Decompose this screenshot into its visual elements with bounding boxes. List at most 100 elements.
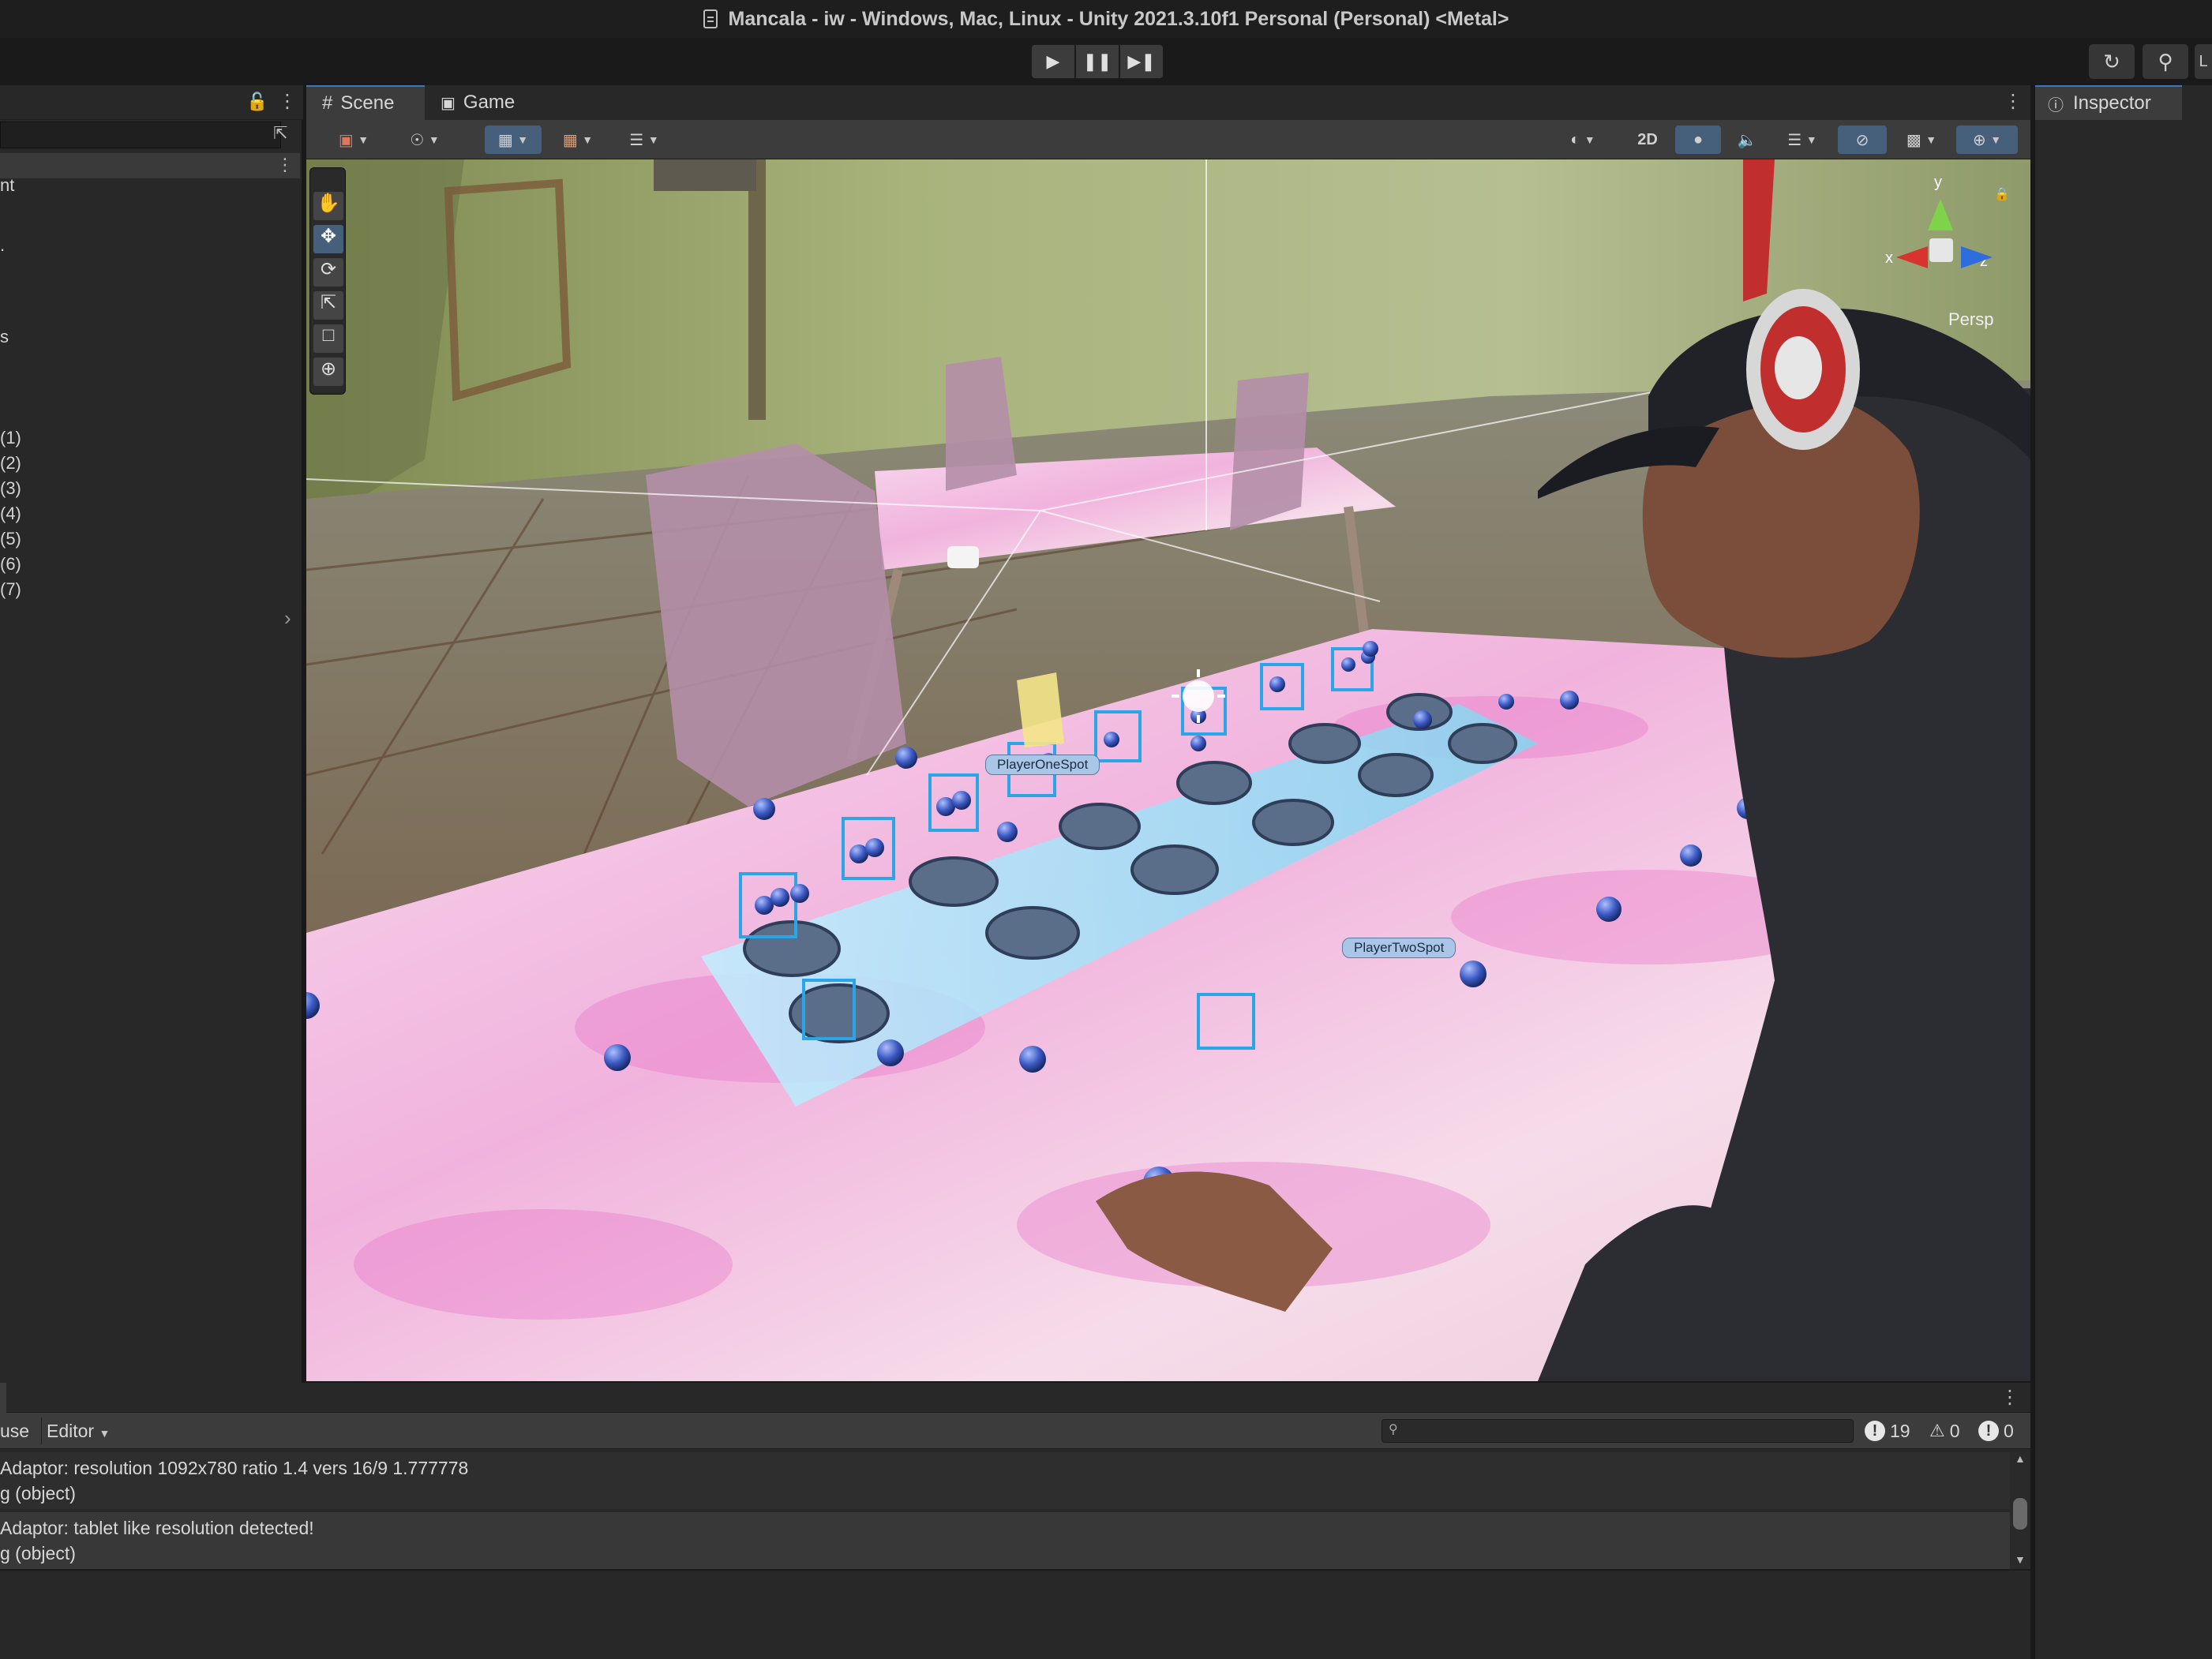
console-scrollbar[interactable]: ▲ ▼ <box>2010 1452 2030 1569</box>
console-panel: ⋮ use Editor ▼ ⚲ ! 19 ⚠ 0 ! 0 Adaptor: r… <box>0 1383 2030 1659</box>
search-filter-icon[interactable]: ⇱ <box>273 123 287 144</box>
pause-button[interactable]: ❚❚ <box>1075 44 1119 79</box>
console-toolbar: use Editor ▼ ⚲ ! 19 ⚠ 0 ! 0 <box>0 1413 2030 1449</box>
console-search-input[interactable]: ⚲ <box>1382 1419 1854 1443</box>
console-entry[interactable]: Adaptor: tablet like resolution detected… <box>0 1512 2010 1569</box>
tab-inspector[interactable]: ⓘ Inspector <box>2035 85 2182 120</box>
ruler-icon: ☰ <box>629 131 644 149</box>
lighting-toggle[interactable]: ● <box>1675 125 1721 154</box>
center-cube[interactable] <box>1929 238 1953 262</box>
more-options-icon[interactable]: ⋮ <box>2000 1386 2019 1409</box>
globe-icon: ☉ <box>410 131 425 149</box>
scroll-up-icon[interactable]: ▲ <box>2015 1452 2026 1465</box>
play-button[interactable]: ▶ <box>1031 44 1075 79</box>
tool-palette: ✋ ✥ ⟳ ⇱ □ ⊕ <box>309 167 346 395</box>
shading-mode-dropdown[interactable]: ◐ ▼ <box>1554 125 1612 154</box>
orientation-gizmo[interactable]: y x z 🔒 Persp <box>1874 170 2024 330</box>
info-icon: ! <box>1978 1421 1999 1441</box>
scrollbar-thumb[interactable] <box>2013 1498 2027 1530</box>
more-options-icon[interactable]: ⋮ <box>2004 90 2023 113</box>
toggle-2d-button[interactable]: 2D <box>1623 125 1672 154</box>
undo-history-button[interactable]: ↻ <box>2089 44 2135 79</box>
camera-icon: ▩ <box>1906 131 1921 149</box>
search-icon: ⚲ <box>2158 49 2173 73</box>
player-two-spot-label[interactable]: PlayerTwoSpot <box>1342 938 1457 958</box>
increment-snap-dropdown[interactable]: ▦ ▼ <box>549 125 606 154</box>
playmode-controls: ▶ ❚❚ ▶❚ <box>1031 44 1164 79</box>
info-count-toggle[interactable]: ! 0 <box>1978 1417 2014 1444</box>
scene-render <box>306 159 2030 1381</box>
clear-on-pause-button[interactable]: use <box>0 1421 29 1442</box>
grid-icon: # <box>322 92 333 114</box>
hierarchy-item[interactable]: (7) <box>0 579 21 600</box>
scene-tab-bar: # Scene ▣ Game ⋮ <box>306 85 2030 120</box>
scene-root-row[interactable]: ⋮ <box>0 153 300 178</box>
gamepad-icon: ▣ <box>441 94 456 112</box>
gizmos-dropdown[interactable]: ⊕ ▼ <box>1956 125 2018 154</box>
warning-icon: ⚠ <box>1929 1421 1945 1440</box>
error-count-toggle[interactable]: ! 19 <box>1865 1417 1910 1444</box>
more-options-icon[interactable]: ⋮ <box>278 90 297 113</box>
layers-dropdown[interactable]: L <box>2195 44 2212 79</box>
hierarchy-panel: 🔓 ⋮ ⇱ ⋮ nt . s (1) (2) (3) (4) (5) (6) (… <box>0 85 303 1383</box>
scene-visibility-toggle[interactable]: ⊘ <box>1838 125 1887 154</box>
audio-mute-icon: 🔈 <box>1737 131 1757 149</box>
hierarchy-search-input[interactable] <box>0 122 281 148</box>
console-tab-bar: ⋮ <box>0 1383 2030 1413</box>
effects-dropdown[interactable]: ☰ ▼ <box>1775 125 1830 154</box>
pause-icon: ❚❚ <box>1082 51 1112 71</box>
layers-icon: ☰ <box>1787 131 1802 149</box>
tool-handle-rotation-dropdown[interactable]: ☉ ▼ <box>398 125 452 154</box>
scroll-down-icon[interactable]: ▼ <box>2015 1553 2026 1566</box>
hierarchy-item[interactable]: (5) <box>0 529 21 549</box>
caret-down-icon: ▼ <box>99 1427 111 1440</box>
lock-icon[interactable]: 🔒 <box>1994 186 2010 202</box>
scene-menu-icon[interactable]: ⋮ <box>276 155 294 175</box>
hand-tool-icon[interactable]: ✋ <box>313 192 343 220</box>
scale-tool-icon[interactable]: ⇱ <box>313 291 343 320</box>
scene-viewport[interactable]: ✋ ✥ ⟳ ⇱ □ ⊕ PlayerOneSpot PlayerTwoSpot … <box>306 159 2030 1381</box>
tab-game[interactable]: ▣ Game <box>425 85 543 120</box>
hierarchy-item[interactable]: . <box>0 235 5 256</box>
search-button[interactable]: ⚲ <box>2143 44 2188 79</box>
x-axis-cone[interactable] <box>1896 246 1928 268</box>
info-icon: ⓘ <box>2048 96 2064 114</box>
warning-count-toggle[interactable]: ⚠ 0 <box>1929 1417 1960 1444</box>
grid-snapping-dropdown[interactable]: ▦ ▼ <box>485 125 542 154</box>
hierarchy-item[interactable]: nt <box>0 175 14 196</box>
tool-handle-position-dropdown[interactable]: ▣ ▼ <box>328 125 379 154</box>
hierarchy-header: 🔓 ⋮ <box>0 85 303 120</box>
pivot-icon: ▣ <box>338 131 354 149</box>
divider <box>0 1569 2030 1571</box>
camera-dropdown[interactable]: ▩ ▼ <box>1893 125 1950 154</box>
lock-icon[interactable]: 🔓 <box>246 92 268 112</box>
tab-console[interactable] <box>0 1383 6 1413</box>
ruler-dropdown[interactable]: ☰ ▼ <box>613 125 676 154</box>
eye-hidden-icon: ⊘ <box>1855 131 1869 149</box>
hierarchy-item[interactable]: (1) <box>0 428 21 448</box>
document-icon <box>703 9 718 28</box>
hierarchy-item[interactable]: (6) <box>0 554 21 575</box>
persp-label[interactable]: Persp <box>1948 309 1993 330</box>
z-axis-cone[interactable] <box>1961 246 1993 268</box>
y-axis-cone[interactable] <box>1928 199 1953 230</box>
chevron-right-icon[interactable]: › <box>284 606 291 631</box>
step-button[interactable]: ▶❚ <box>1119 44 1164 79</box>
hierarchy-item[interactable]: (3) <box>0 478 21 499</box>
player-one-spot-label[interactable]: PlayerOneSpot <box>985 755 1100 775</box>
inspector-panel: ⓘ Inspector <box>2034 85 2212 1659</box>
rect-tool-icon[interactable]: □ <box>313 324 343 353</box>
tab-scene[interactable]: # Scene <box>306 85 425 120</box>
rotate-tool-icon[interactable]: ⟳ <box>313 258 343 286</box>
step-icon: ▶❚ <box>1127 51 1156 71</box>
hierarchy-item[interactable]: (4) <box>0 504 21 524</box>
hierarchy-item[interactable]: (2) <box>0 453 21 474</box>
gizmo-icon: ⊕ <box>1972 131 1986 149</box>
hierarchy-item[interactable]: s <box>0 327 9 347</box>
error-icon: ! <box>1865 1421 1885 1441</box>
move-tool-icon[interactable]: ✥ <box>313 225 343 253</box>
audio-toggle[interactable]: 🔈 <box>1724 125 1770 154</box>
editor-dropdown[interactable]: Editor ▼ <box>41 1417 117 1444</box>
console-entry[interactable]: Adaptor: resolution 1092x780 ratio 1.4 v… <box>0 1452 2010 1509</box>
transform-tool-icon[interactable]: ⊕ <box>313 358 343 386</box>
